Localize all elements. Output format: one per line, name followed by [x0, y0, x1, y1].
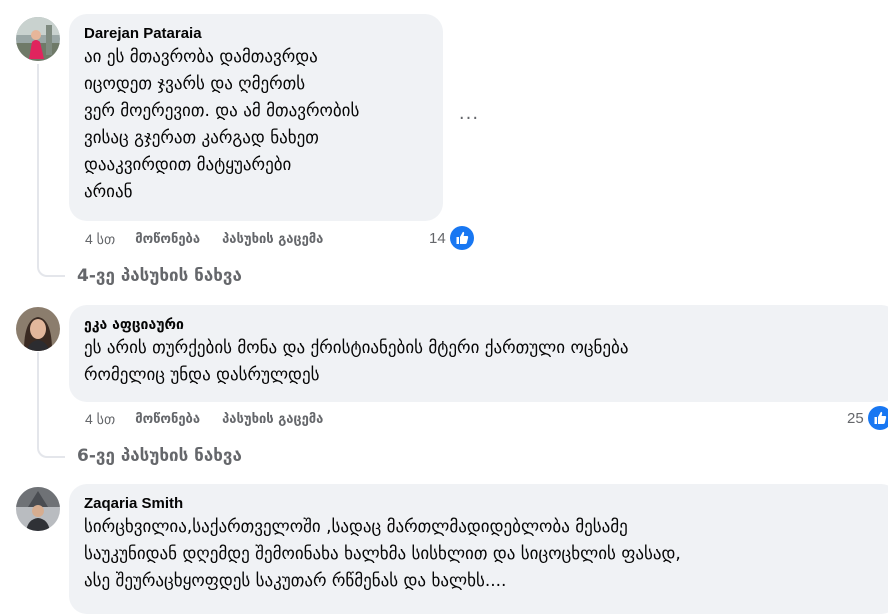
reaction-summary[interactable]: 25	[847, 406, 888, 430]
avatar[interactable]	[16, 307, 60, 351]
reply-button[interactable]: პასუხის გაცემა	[222, 232, 323, 247]
comment-actions: 4 სთ მოწონება პასუხის გაცემა	[85, 228, 345, 250]
thread-line-2	[37, 352, 65, 458]
more-options-icon[interactable]: ···	[456, 105, 482, 131]
avatar[interactable]	[16, 17, 60, 61]
reaction-count: 14	[429, 229, 446, 247]
comment-text: სირცხვილია,საქართველოში ,სადაც მართლმადი…	[84, 517, 681, 591]
reaction-summary[interactable]: 14	[429, 226, 474, 250]
like-thumbs-up-icon	[449, 226, 474, 250]
comment-time[interactable]: 4 სთ	[85, 411, 115, 428]
comment-bubble: ეკა აფციაური ეს არის თურქების მონა და ქრ…	[69, 305, 888, 402]
view-replies-link[interactable]: 4-ვე პასუხის ნახვა	[77, 266, 242, 286]
comment-actions: 4 სთ მოწონება პასუხის გაცემა	[85, 408, 345, 430]
like-button[interactable]: მოწონება	[135, 232, 200, 247]
comment-author[interactable]: ეკა აფციაური	[84, 315, 885, 335]
view-replies-link[interactable]: 6-ვე პასუხის ნახვა	[77, 446, 242, 466]
thread-line-1	[37, 64, 65, 277]
comment-time[interactable]: 4 სთ	[85, 231, 115, 248]
comment-text: ეს არის თურქების მონა და ქრისტიანების მტ…	[84, 338, 629, 385]
like-thumbs-up-icon	[867, 406, 888, 430]
avatar-photo	[16, 487, 60, 531]
avatar-photo	[16, 307, 60, 351]
avatar[interactable]	[16, 487, 60, 531]
comment-author[interactable]: Darejan Pataraia	[84, 24, 429, 44]
avatar-photo	[16, 17, 60, 61]
comment-author[interactable]: Zaqaria Smith	[84, 494, 885, 514]
comment-text: აი ეს მთავრობა დამთავრდა იცოდეთ ჯვარს და…	[84, 47, 360, 202]
comment-bubble: Zaqaria Smith სირცხვილია,საქართველოში ,ს…	[69, 484, 888, 614]
comment-bubble: Darejan Pataraia აი ეს მთავრობა დამთავრდ…	[69, 14, 443, 221]
reply-button[interactable]: პასუხის გაცემა	[222, 412, 323, 427]
like-button[interactable]: მოწონება	[135, 412, 200, 427]
reaction-count: 25	[847, 409, 864, 427]
